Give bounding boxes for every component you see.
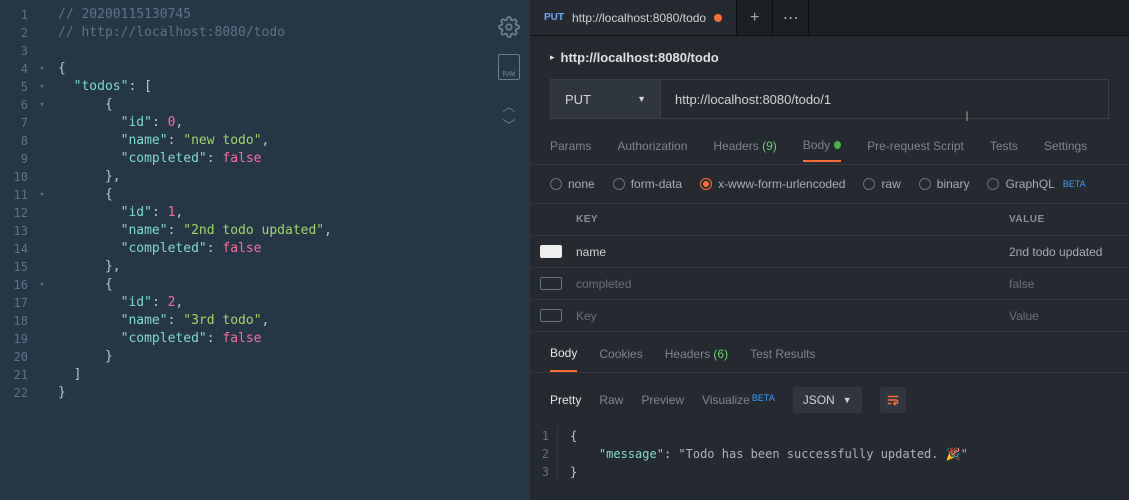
checkbox-icon[interactable] bbox=[540, 277, 562, 290]
view-preview[interactable]: Preview bbox=[641, 393, 684, 407]
tab-method: PUT bbox=[544, 12, 564, 23]
table-row[interactable]: KeyValue bbox=[530, 300, 1129, 332]
form-data-table: KEY VALUE name2nd todo updatedcompletedf… bbox=[530, 203, 1129, 332]
tab-title: http://localhost:8080/todo bbox=[572, 11, 706, 25]
key-cell[interactable]: name bbox=[566, 245, 999, 259]
unsaved-dot-icon bbox=[714, 14, 722, 22]
method-value: PUT bbox=[565, 92, 591, 107]
bodytype-xwww[interactable]: x-www-form-urlencoded bbox=[700, 177, 845, 191]
resp-tab-headers[interactable]: Headers (6) bbox=[665, 347, 728, 371]
chevron-down-icon: ▼ bbox=[637, 94, 646, 104]
table-row[interactable]: name2nd todo updated bbox=[530, 236, 1129, 268]
key-cell[interactable]: completed bbox=[566, 277, 999, 291]
body-type-row: none form-data x-www-form-urlencoded raw… bbox=[530, 165, 1129, 203]
bodytype-form-data[interactable]: form-data bbox=[613, 177, 682, 191]
json-editor-pane: 12345678910111213141516171819202122 ▾▾▾▾… bbox=[0, 0, 530, 500]
api-client-pane: PUT http://localhost:8080/todo + ⋯ ▸ htt… bbox=[530, 0, 1129, 500]
tab-params[interactable]: Params bbox=[550, 139, 591, 161]
more-tabs-icon[interactable]: ⋯ bbox=[773, 0, 809, 35]
col-key: KEY bbox=[566, 214, 999, 225]
tabbar: PUT http://localhost:8080/todo + ⋯ bbox=[530, 0, 1129, 36]
checkbox-icon[interactable] bbox=[540, 309, 562, 322]
view-pretty[interactable]: Pretty bbox=[550, 393, 581, 407]
tab-tests[interactable]: Tests bbox=[990, 139, 1018, 161]
bodytype-none[interactable]: none bbox=[550, 177, 595, 191]
table-row[interactable]: completedfalse bbox=[530, 268, 1129, 300]
request-tab[interactable]: PUT http://localhost:8080/todo bbox=[530, 0, 737, 35]
line-wrap-icon[interactable] bbox=[880, 387, 906, 413]
gutter: 12345678910111213141516171819202122 bbox=[0, 0, 36, 500]
format-dropdown[interactable]: JSON▼ bbox=[793, 387, 862, 413]
chevron-down-icon[interactable]: ﹀ bbox=[502, 115, 515, 134]
value-cell[interactable]: 2nd todo updated bbox=[999, 245, 1129, 259]
method-dropdown[interactable]: PUT ▼ bbox=[551, 80, 661, 118]
response-toolbar: Pretty Raw Preview VisualizeBETA JSON▼ bbox=[530, 372, 1129, 427]
bodytype-binary[interactable]: binary bbox=[919, 177, 970, 191]
bodytype-graphql[interactable]: GraphQLBETA bbox=[987, 177, 1085, 191]
key-cell[interactable]: Key bbox=[566, 309, 999, 323]
raw-icon[interactable]: RAW bbox=[498, 54, 520, 80]
chevron-up-icon[interactable]: ︿ bbox=[502, 96, 515, 115]
tab-body[interactable]: Body bbox=[803, 138, 841, 162]
text-cursor-icon: I bbox=[965, 108, 969, 124]
add-tab-button[interactable]: + bbox=[737, 0, 773, 35]
chevron-right-icon: ▸ bbox=[550, 52, 555, 63]
value-cell[interactable]: false bbox=[999, 277, 1129, 291]
tab-pre-request[interactable]: Pre-request Script bbox=[867, 139, 964, 161]
view-raw[interactable]: Raw bbox=[599, 393, 623, 407]
gear-icon[interactable] bbox=[498, 16, 520, 38]
tab-settings[interactable]: Settings bbox=[1044, 139, 1087, 161]
response-section-tabs: Body Cookies Headers (6) Test Results bbox=[530, 332, 1129, 372]
resp-tab-body[interactable]: Body bbox=[550, 346, 577, 372]
col-value: VALUE bbox=[999, 214, 1129, 225]
tab-headers[interactable]: Headers (9) bbox=[713, 139, 776, 161]
code-area[interactable]: // 20200115130745 // http://localhost:80… bbox=[48, 0, 530, 500]
resp-tab-cookies[interactable]: Cookies bbox=[599, 347, 642, 371]
view-visualize[interactable]: VisualizeBETA bbox=[702, 393, 775, 407]
checkbox-icon[interactable] bbox=[540, 245, 562, 258]
breadcrumb-text: http://localhost:8080/todo bbox=[561, 50, 719, 65]
url-input[interactable] bbox=[661, 80, 1108, 118]
value-cell[interactable]: Value bbox=[999, 309, 1129, 323]
breadcrumb: ▸ http://localhost:8080/todo bbox=[530, 36, 1129, 79]
request-line: PUT ▼ bbox=[550, 79, 1109, 119]
tab-authorization[interactable]: Authorization bbox=[617, 139, 687, 161]
fold-column: ▾▾▾▾▾ bbox=[36, 0, 48, 500]
bodytype-raw[interactable]: raw bbox=[863, 177, 900, 191]
response-body[interactable]: 123 { "message": "Todo has been successf… bbox=[530, 427, 1129, 481]
resp-tab-test-results[interactable]: Test Results bbox=[750, 347, 815, 371]
request-section-tabs: Params Authorization Headers (9) Body Pr… bbox=[530, 135, 1129, 165]
